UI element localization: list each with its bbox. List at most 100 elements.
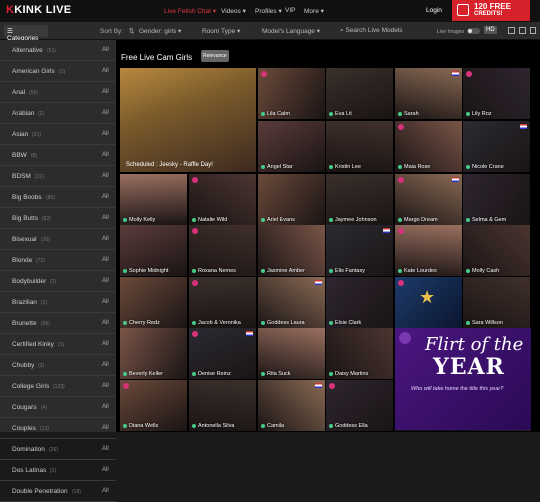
sidebar-category-item[interactable]: College Girls (123) All (0, 376, 116, 397)
gender-select[interactable]: Gender: girls ▾ (135, 25, 185, 37)
free-credits-button[interactable]: 120 FREE CREDITS! (452, 0, 530, 21)
model-tile[interactable]: Diana Wells (120, 380, 187, 431)
sidebar-all-link[interactable]: All (102, 320, 109, 326)
sidebar-all-link[interactable]: All (102, 404, 109, 410)
sidebar-all-link[interactable]: All (102, 194, 109, 200)
nav-vip[interactable]: VIP (285, 7, 295, 14)
model-tile[interactable]: Rita Suck (258, 328, 325, 379)
model-tile[interactable]: Nicole Crane (463, 121, 530, 172)
sidebar-all-link[interactable]: All (102, 89, 109, 95)
sidebar-all-link[interactable]: All (102, 467, 109, 473)
flirt-of-the-year-banner[interactable]: Flirt of the YEAR Who will take home the… (395, 328, 531, 430)
sidebar-all-link[interactable]: All (102, 236, 109, 242)
search-input[interactable]: ⌕ Search Live Models (336, 25, 407, 37)
model-tile[interactable]: Angel Star (258, 121, 325, 172)
model-tile[interactable]: Antonella Silva (189, 380, 256, 431)
sidebar-all-link[interactable]: All (102, 425, 109, 431)
login-link[interactable]: Login (426, 7, 442, 14)
sidebar-category-item[interactable]: Bodybuilder (2) All (0, 271, 116, 292)
sidebar-category-item[interactable]: Double Penetration (18) All (0, 481, 116, 502)
model-tile[interactable]: Roxana Nemes (189, 225, 256, 276)
grid-small-icon[interactable] (519, 27, 526, 34)
model-tile[interactable]: Goddess Ella (326, 380, 393, 431)
sidebar-category-item[interactable]: Couples (13) All (0, 418, 116, 439)
model-tile[interactable]: Selma & Gem (463, 174, 530, 225)
featured-model-tile[interactable]: Scheduled : Jeesky - Raffle Day! (120, 68, 256, 172)
model-tile[interactable]: Eva Lit (326, 68, 393, 119)
model-tile[interactable]: Natalie Wild (189, 174, 256, 225)
model-tile[interactable]: Molly Kelly (120, 174, 187, 225)
sidebar-all-link[interactable]: All (102, 47, 109, 53)
nav-live-fetish-chat[interactable]: Live Fetish Chat ▾ (164, 7, 216, 15)
model-tile[interactable]: Jaymee Johnson (326, 174, 393, 225)
sidebar-all-link[interactable]: All (102, 173, 109, 179)
nav-more[interactable]: More ▾ (304, 7, 324, 15)
model-tile[interactable]: Jasmine Amber (258, 225, 325, 276)
room-type-select[interactable]: Room Type ▾ (198, 25, 244, 37)
language-select[interactable]: Model's Language ▾ (258, 25, 324, 37)
sidebar-all-link[interactable]: All (102, 257, 109, 263)
model-tile[interactable]: Lily Roz (463, 68, 530, 119)
sidebar-all-link[interactable]: All (102, 488, 109, 494)
model-tile[interactable]: Sara Willson (463, 277, 530, 328)
sidebar-category-item[interactable]: Chubby (3) All (0, 355, 116, 376)
sidebar-all-link[interactable]: All (102, 68, 109, 74)
list-view-icon[interactable] (530, 27, 536, 34)
nav-profiles[interactable]: Profiles ▾ (255, 7, 282, 15)
sidebar-category-item[interactable]: Big Boobs (85) All (0, 187, 116, 208)
model-tile[interactable]: Cherry Redz (120, 277, 187, 328)
sidebar-category-item[interactable]: Asian (21) All (0, 124, 116, 145)
sidebar-all-link[interactable]: All (102, 362, 109, 368)
sidebar-category-item[interactable]: Brunette (66) All (0, 313, 116, 334)
sidebar-all-link[interactable]: All (102, 152, 109, 158)
site-logo[interactable]: KKINK LIVE (6, 4, 71, 16)
sidebar-category-item[interactable]: American Girls (1) All (0, 61, 116, 82)
sidebar-category-item[interactable]: Big Butts (52) All (0, 208, 116, 229)
model-tile[interactable]: Elis Fantasy (326, 225, 393, 276)
model-tile[interactable]: Margo Dream (395, 174, 462, 225)
sidebar-category-item[interactable]: Domination (26) All (0, 439, 116, 460)
sidebar-category-item[interactable]: Brazilian (1) All (0, 292, 116, 313)
model-tile[interactable]: Camila (258, 380, 325, 431)
sidebar-category-item[interactable]: Arabian (2) All (0, 103, 116, 124)
model-tile[interactable]: Jacob & Veronika (189, 277, 256, 328)
model-tile[interactable]: Sophie Midnight (120, 225, 187, 276)
sidebar-category-item[interactable]: Anal (56) All (0, 82, 116, 103)
model-name-text: Molly Kelly (129, 217, 156, 223)
model-tile[interactable]: Molly Cash (463, 225, 530, 276)
model-tile[interactable]: Goddess Laura (258, 277, 325, 328)
sidebar-all-link[interactable]: All (102, 299, 109, 305)
model-tile[interactable]: Maia Rose (395, 121, 462, 172)
hd-toggle[interactable]: HD (484, 26, 497, 34)
sidebar-all-link[interactable]: All (102, 383, 109, 389)
categories-header[interactable]: ☰ Categories (4, 25, 48, 42)
sidebar-all-link[interactable]: All (102, 110, 109, 116)
sidebar-category-item[interactable]: BBW (8) All (0, 145, 116, 166)
model-tile[interactable]: Kate Lourdes (395, 225, 462, 276)
model-tile[interactable]: Sarah (395, 68, 462, 119)
relevance-button[interactable]: Relevance (201, 50, 229, 62)
sidebar-category-item[interactable]: Certified Kinky (1) All (0, 334, 116, 355)
model-tile[interactable]: Lila Calm (258, 68, 325, 119)
live-images-toggle[interactable] (467, 28, 480, 34)
model-tile[interactable]: Denise Reinz (189, 328, 256, 379)
award-tile[interactable]: ★ (395, 277, 462, 328)
nav-videos[interactable]: Videos ▾ (221, 7, 246, 15)
sidebar-category-item[interactable]: Dos Latinas (1) All (0, 460, 116, 481)
sidebar-all-link[interactable]: All (102, 341, 109, 347)
sidebar-category-item[interactable]: Blonde (72) All (0, 250, 116, 271)
sidebar-category-item[interactable]: BDSM (22) All (0, 166, 116, 187)
sidebar-all-link[interactable]: All (102, 215, 109, 221)
sidebar-all-link[interactable]: All (102, 278, 109, 284)
grid-large-icon[interactable] (508, 27, 515, 34)
model-tile[interactable]: Daisy Martins (326, 328, 393, 379)
sidebar-all-link[interactable]: All (102, 131, 109, 137)
model-tile[interactable]: Kristin Lee (326, 121, 393, 172)
model-tile[interactable]: Beverly Keller (120, 328, 187, 379)
model-tile[interactable]: Elsie Clark (326, 277, 393, 328)
sidebar-category-item[interactable]: Cougars (4) All (0, 397, 116, 418)
sidebar-category-item[interactable]: Alternative (51) All (0, 40, 116, 61)
sidebar-category-item[interactable]: Bisexual (30) All (0, 229, 116, 250)
sidebar-all-link[interactable]: All (102, 446, 109, 452)
model-tile[interactable]: Ariel Evans (258, 174, 325, 225)
